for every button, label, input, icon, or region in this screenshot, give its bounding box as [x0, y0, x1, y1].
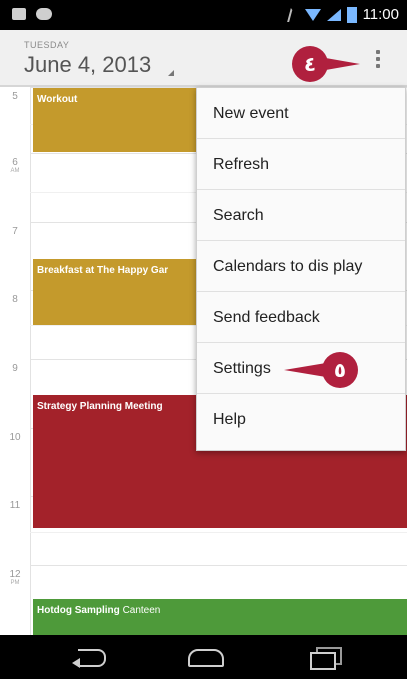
step-callout-settings: ٥ — [284, 352, 364, 388]
date-selector[interactable]: June 4, 2013 — [24, 52, 151, 78]
event-title: Workout — [37, 94, 78, 105]
hour-line — [30, 565, 407, 566]
notification-icon — [12, 8, 26, 20]
hour-label: 11 — [9, 500, 21, 511]
hour-label: 12 PM — [9, 569, 21, 586]
half-hour-line — [30, 532, 407, 533]
hour-label: 7 — [12, 226, 18, 237]
overflow-menu: New event Refresh Search Calendars to di… — [196, 87, 406, 451]
home-icon[interactable] — [186, 645, 226, 669]
event-title: Hotdog Sampling — [37, 605, 120, 616]
navigation-bar — [0, 635, 407, 679]
event-title: Strategy Planning Meeting — [37, 401, 163, 412]
status-bar: 11:00 — [0, 0, 407, 30]
hour-label: 9 — [12, 363, 18, 374]
menu-item-search[interactable]: Search — [197, 190, 405, 241]
hour-label: 10 — [9, 432, 21, 443]
status-time: 11:00 — [362, 6, 399, 23]
bluetooth-icon — [286, 7, 301, 22]
signal-icon — [326, 8, 341, 21]
back-icon[interactable] — [72, 645, 108, 669]
hour-label: 8 — [12, 294, 18, 305]
calendar-event[interactable]: Hotdog Sampling Canteen — [33, 599, 407, 635]
phone-screen: 11:00 TUESDAY June 4, 2013 5 6 AM 7 8 9 1… — [0, 0, 407, 679]
event-location: Canteen — [122, 605, 161, 616]
hour-label: 5 — [12, 91, 18, 102]
calendar-event[interactable]: Workout — [33, 88, 201, 152]
hour-label: 6 AM — [10, 157, 20, 174]
event-title: Breakfast at The Happy Gar — [37, 265, 169, 276]
menu-item-refresh[interactable]: Refresh — [197, 139, 405, 190]
menu-item-calendars-to-display[interactable]: Calendars to dis play — [197, 241, 405, 292]
wifi-icon — [304, 8, 321, 21]
step-number-badge: ٤ — [292, 46, 328, 82]
chat-icon — [36, 8, 52, 20]
date-dropdown-icon[interactable] — [168, 70, 174, 76]
step-callout-overflow: ٤ — [292, 46, 372, 82]
step-number-badge: ٥ — [322, 352, 358, 388]
recent-apps-icon[interactable] — [308, 645, 344, 670]
calendar-event[interactable]: Breakfast at The Happy Gar — [33, 259, 201, 325]
menu-item-send-feedback[interactable]: Send feedback — [197, 292, 405, 343]
day-of-week: TUESDAY — [24, 40, 70, 50]
battery-icon — [346, 6, 357, 23]
menu-item-help[interactable]: Help — [197, 394, 405, 445]
menu-item-new-event[interactable]: New event — [197, 88, 405, 139]
overflow-menu-icon[interactable] — [372, 48, 384, 72]
